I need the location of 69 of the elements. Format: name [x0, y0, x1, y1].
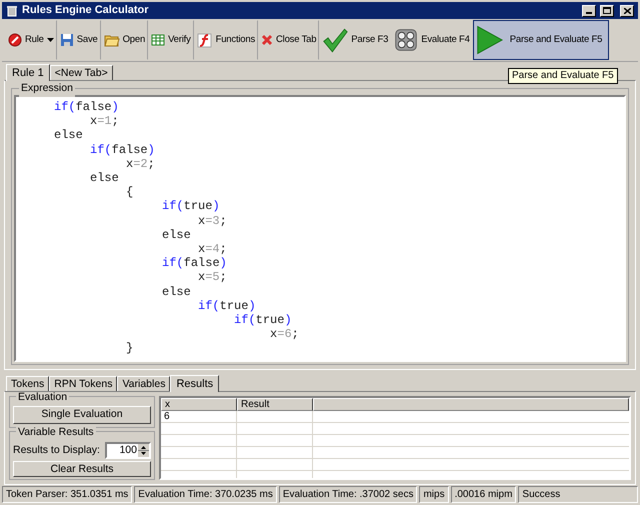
spreadsheet-icon: [151, 33, 166, 47]
table-cell: 6: [161, 411, 237, 422]
maximize-icon: [603, 7, 611, 14]
code-line: else: [89, 171, 120, 186]
toolbar-button[interactable]: Rule: [5, 20, 57, 60]
tab[interactable]: Results: [170, 375, 220, 392]
tab[interactable]: Rule 1: [6, 64, 50, 81]
toolbar-button[interactable]: Functions: [194, 20, 258, 60]
code-line: if(false): [161, 256, 228, 270]
spinner-arrows-icon[interactable]: [138, 444, 149, 457]
code-line: x=3;: [197, 214, 228, 228]
tab[interactable]: RPN Tokens: [49, 376, 118, 391]
spinner-value: 100: [118, 444, 138, 457]
status-text: mips: [419, 486, 449, 503]
minimize-icon: [586, 12, 592, 14]
checkmark-icon: [322, 28, 348, 52]
code-line: x=4;: [197, 242, 228, 256]
single-evaluation-button[interactable]: Single Evaluation: [13, 406, 151, 424]
clear-results-button[interactable]: Clear Results: [13, 461, 151, 477]
toolbar-button[interactable]: Evaluate F4: [391, 20, 473, 60]
toolbar-button[interactable]: Parse F3: [319, 20, 392, 60]
window-title: Rules Engine Calculator: [22, 3, 149, 18]
close-button[interactable]: [620, 4, 634, 16]
code-line: x=6;: [269, 327, 300, 342]
code-line: else: [53, 128, 84, 143]
minimize-button[interactable]: [582, 4, 596, 16]
code-line: if(false): [89, 142, 156, 157]
code-line: if(true): [161, 199, 221, 214]
status-text: .00016 mipm: [450, 486, 516, 503]
play-icon: [476, 25, 503, 55]
function-icon: [196, 32, 213, 48]
tooltip: Parse and Evaluate F5: [508, 68, 618, 84]
save-icon: [60, 33, 74, 47]
close-icon: [261, 34, 274, 46]
results-count-spinner[interactable]: 100: [104, 442, 151, 459]
maximize-button[interactable]: [600, 4, 614, 16]
code-line: if(false): [53, 100, 120, 114]
app-icon: [6, 4, 18, 16]
buttons-icon: [394, 28, 418, 52]
status-text: Token Parser: 351.0351 ms: [2, 486, 132, 503]
tab[interactable]: Variables: [117, 376, 170, 391]
tab[interactable]: <New Tab>: [50, 65, 113, 80]
status-text: Success: [518, 486, 638, 503]
column-header[interactable]: Result: [237, 398, 313, 411]
folder-icon: [104, 33, 120, 47]
code-editor[interactable]: if(false) x=1; else if(false) x=2; else { if(true) x=3; else x=4; if(false) x=5; else if(true) if(true) x=6; }: [14, 95, 626, 362]
code-line: x=2;: [125, 156, 156, 172]
toolbar-button[interactable]: Save: [56, 20, 101, 60]
code-line: if(true): [197, 298, 257, 314]
no-entry-icon: [8, 33, 22, 47]
status-text: Evaluation Time: 370.0235 ms: [134, 486, 277, 503]
code-line: }: [125, 341, 134, 356]
code-line: if(true): [233, 313, 293, 328]
status-text: Evaluation Time: .37002 secs: [278, 486, 418, 503]
code-line: {: [125, 185, 134, 200]
tab[interactable]: Tokens: [6, 376, 50, 391]
toolbar-button[interactable]: Parse and Evaluate F5: [472, 20, 610, 60]
code-line: else: [161, 228, 192, 242]
toolbar-button[interactable]: Close Tab: [258, 20, 320, 60]
field-label: Results to Display:: [13, 442, 100, 458]
code-line: x=5;: [197, 270, 228, 285]
toolbar-button[interactable]: Open: [100, 20, 148, 60]
code-line: else: [161, 284, 192, 299]
code-line: x=1;: [89, 114, 120, 128]
close-icon: [624, 8, 630, 14]
caret-icon: [46, 38, 54, 42]
column-header[interactable]: x: [161, 398, 237, 411]
toolbar-button[interactable]: Verify: [148, 20, 194, 60]
group-title: Expression: [19, 81, 75, 97]
